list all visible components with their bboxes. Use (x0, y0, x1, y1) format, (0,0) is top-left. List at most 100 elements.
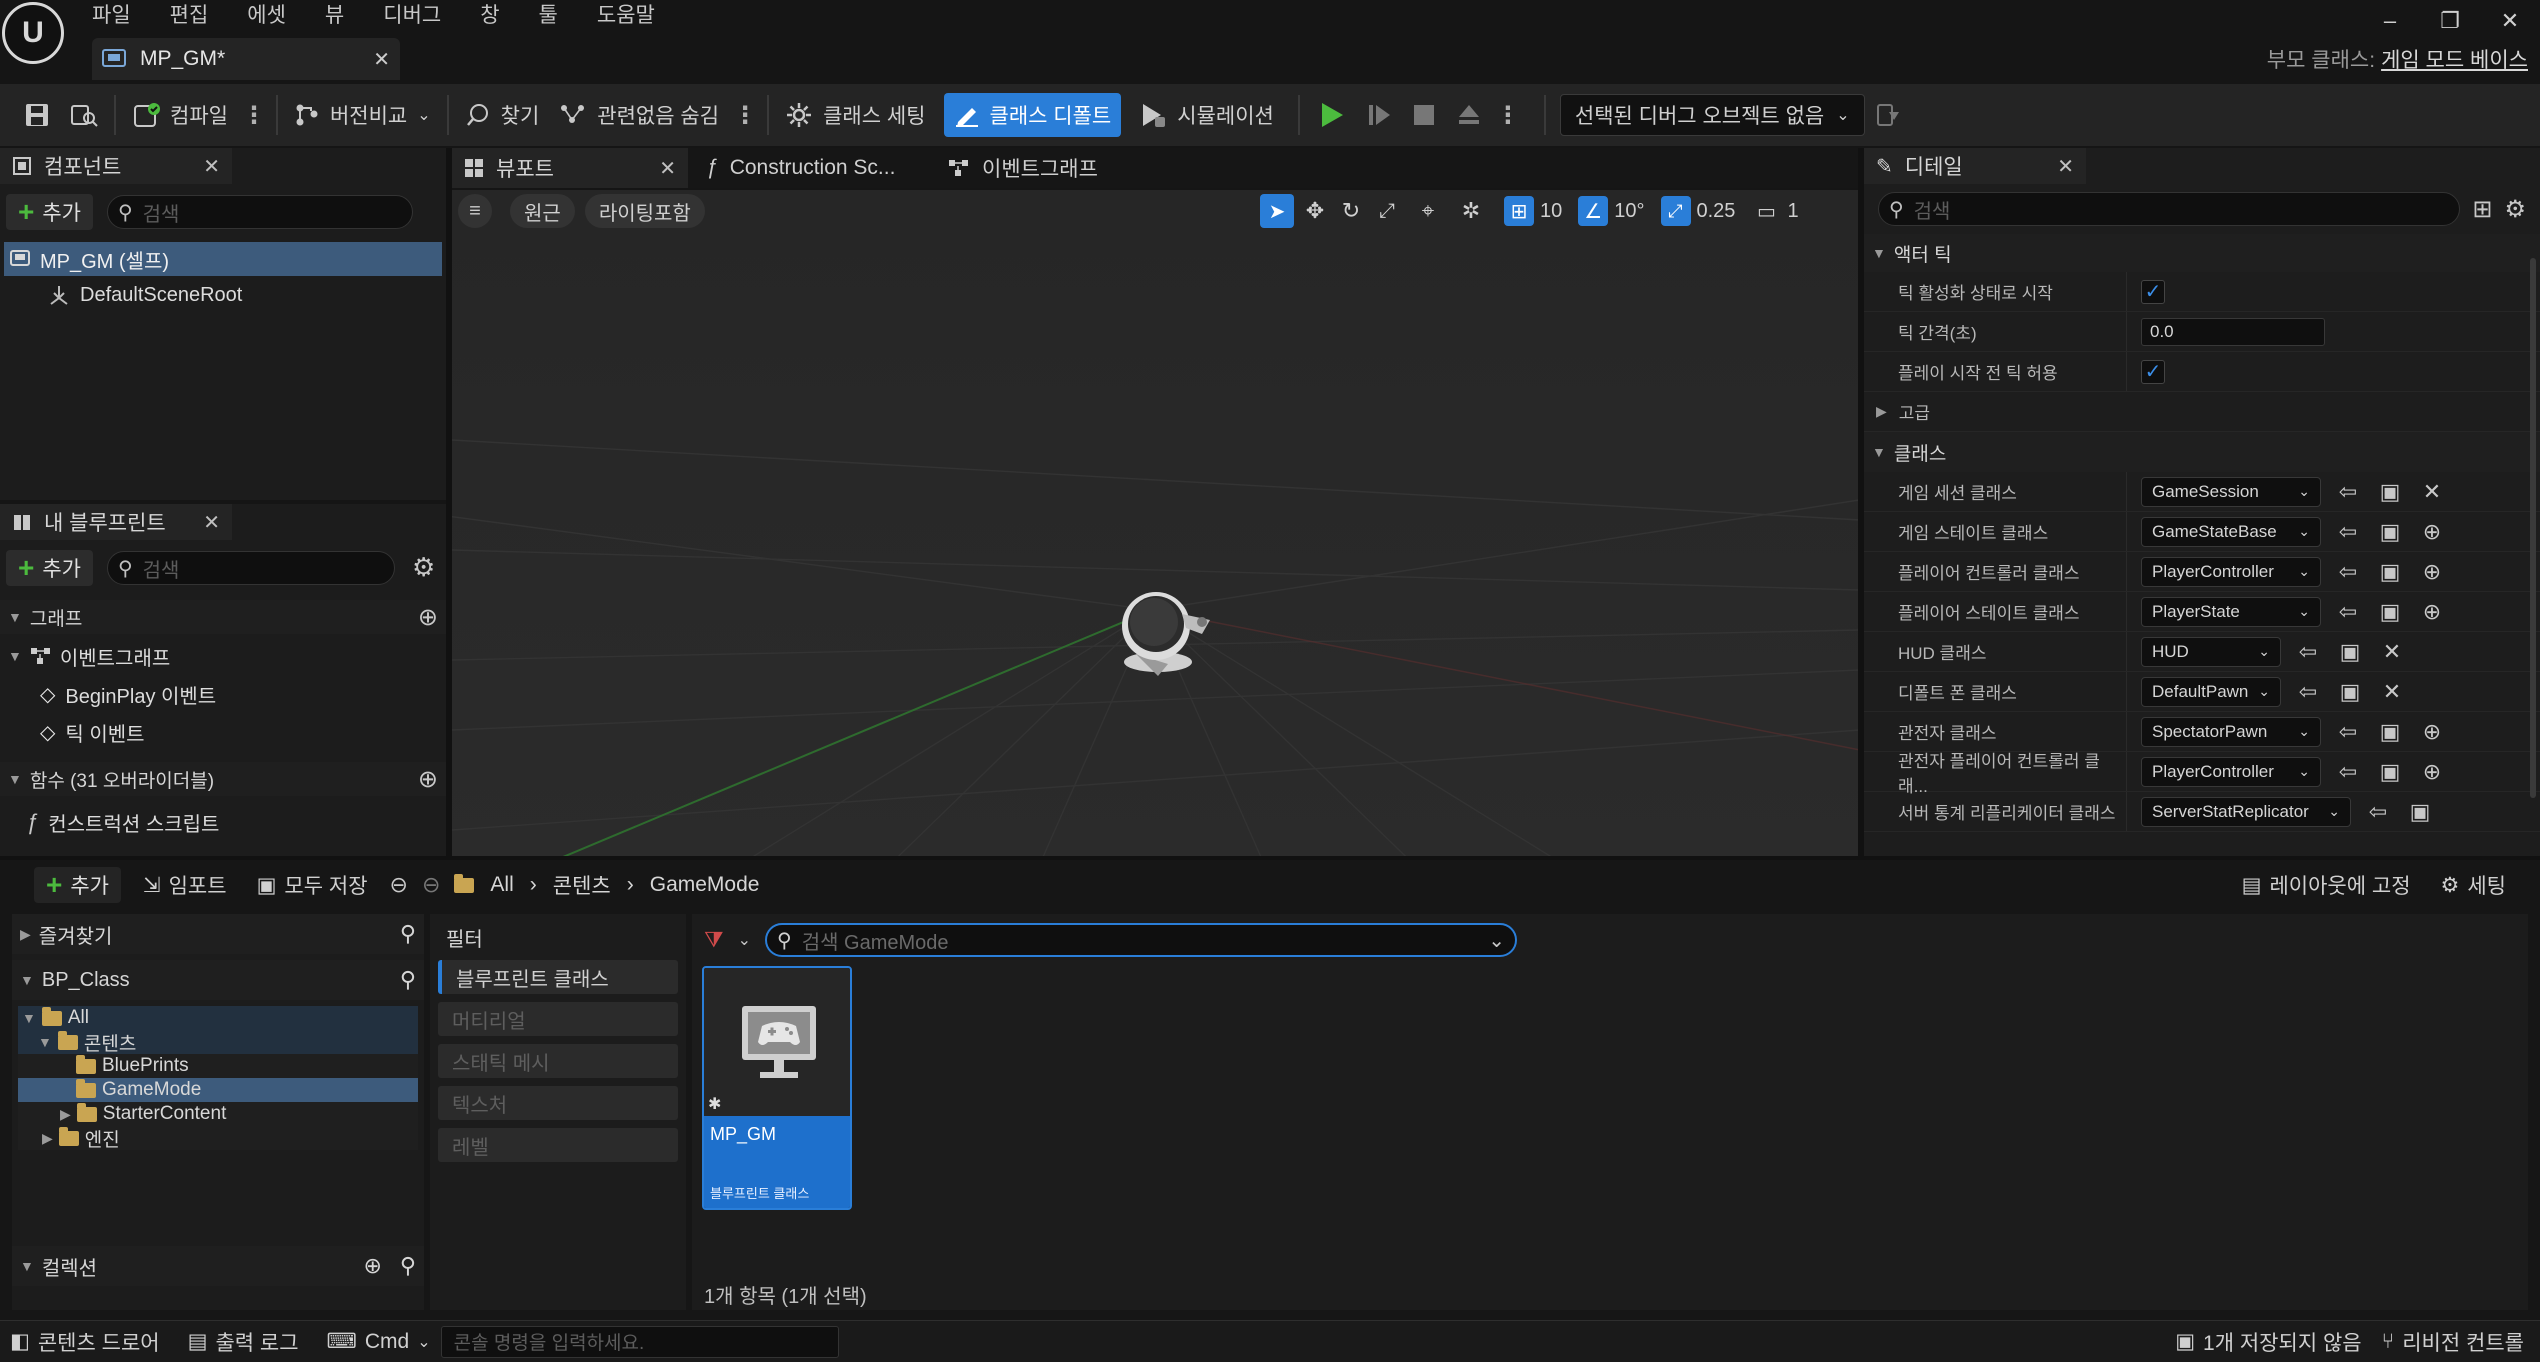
use-selected-icon[interactable]: ⇦ (2363, 797, 2393, 827)
hamburger-icon[interactable]: ≡ (458, 194, 492, 228)
browse-folder-icon[interactable]: ▣ (2405, 797, 2435, 827)
back-icon[interactable]: ⊖ (390, 872, 408, 898)
browse-folder-icon[interactable]: ▣ (2375, 597, 2405, 627)
browse-folder-icon[interactable]: ▣ (2375, 557, 2405, 587)
tree-item-all[interactable]: ▼ All (18, 1006, 418, 1030)
more-options-icon[interactable]: ⋮ (729, 101, 761, 130)
scale-snap-button[interactable]: ⤢ 0.25 (1660, 194, 1735, 228)
debug-object-select[interactable]: 선택된 디버그 오브젝트 없음 ⌄ (1559, 94, 1865, 136)
filter-blueprint-class[interactable]: 블루프린트 클래스 (438, 960, 678, 994)
tab-construction-script[interactable]: ƒ Construction Sc... (706, 148, 895, 188)
close-icon[interactable]: ✕ (373, 47, 390, 72)
tab-event-graph[interactable]: 이벤트그래프 (948, 148, 1098, 188)
unreal-logo-icon[interactable]: U (2, 2, 64, 64)
components-tab[interactable]: 컴포넌트 ✕ (0, 148, 232, 184)
add-circle-icon[interactable]: ⊕ (2417, 757, 2447, 787)
add-circle-icon[interactable]: ⊕ (2417, 557, 2447, 587)
rotate-icon[interactable]: ↻ (1336, 194, 1366, 228)
settings-button[interactable]: ⚙ 세팅 (2433, 867, 2514, 903)
search-icon[interactable]: ⚲ (400, 967, 416, 993)
tree-item-blueprints[interactable]: BluePrints (18, 1054, 418, 1078)
event-item-beginplay[interactable]: ◇ BeginPlay 이벤트 (40, 676, 216, 712)
world-local-icon[interactable]: ⌖ (1408, 194, 1448, 228)
class-combo[interactable]: SpectatorPawn ⌄ (2141, 716, 2321, 747)
lit-mode-button[interactable]: 라이팅포함 (584, 194, 705, 228)
minimize-icon[interactable]: – (2360, 8, 2420, 34)
scale-icon[interactable]: ⤢ (1372, 194, 1402, 228)
add-circle-icon[interactable]: ⊕ (363, 1253, 381, 1279)
filter-texture[interactable]: 텍스처 (438, 1086, 678, 1120)
browse-folder-icon[interactable]: ▣ (2375, 717, 2405, 747)
unsaved-button[interactable]: ▣ 1개 저장되지 않음 (2165, 1321, 2371, 1362)
checkbox[interactable]: ✓ (2141, 279, 2165, 304)
menu-asset[interactable]: 에셋 (247, 0, 286, 29)
my-blueprint-tab[interactable]: 내 블루프린트 ✕ (0, 504, 232, 540)
tree-item-startercontent[interactable]: ▶ StarterContent (18, 1102, 418, 1126)
diff-button[interactable]: 버전비교 ⌄ (284, 93, 441, 137)
clear-icon[interactable]: ✕ (2377, 677, 2407, 707)
class-combo[interactable]: PlayerState ⌄ (2141, 596, 2321, 627)
hide-unrelated-button[interactable]: 관련없음 숨김 (549, 93, 729, 137)
asset-tile[interactable]: ✱ MP_GM 블루프린트 클래스 (702, 966, 852, 1210)
class-combo[interactable]: ServerStatReplicator ⌄ (2141, 796, 2351, 827)
parent-class-link[interactable]: 게임 모드 베이스 (2381, 49, 2528, 72)
bp-class-header[interactable]: ▼ BP_Class ⚲ (12, 960, 424, 1000)
debug-filter-button[interactable] (1865, 93, 1911, 137)
chevron-right-icon[interactable]: › (627, 873, 634, 897)
filter-level[interactable]: 레벨 (438, 1128, 678, 1162)
breadcrumb-gamemode[interactable]: GameMode (650, 873, 760, 897)
filter-icon[interactable]: ⧩ (704, 927, 724, 953)
surface-snap-icon[interactable]: ✲ (1454, 194, 1488, 228)
document-tab[interactable]: MP_GM* ✕ (92, 38, 400, 80)
use-selected-icon[interactable]: ⇦ (2333, 477, 2363, 507)
menu-edit[interactable]: 편집 (170, 0, 209, 29)
restore-icon[interactable]: ❐ (2420, 8, 2480, 34)
console-input[interactable]: 콘솔 명령을 입력하세요. (440, 1325, 839, 1358)
class-combo[interactable]: GameStateBase ⌄ (2141, 516, 2321, 547)
tick-interval-input[interactable]: 0.0 (2141, 317, 2325, 346)
add-circle-icon[interactable]: ⊕ (2417, 597, 2447, 627)
translate-icon[interactable]: ✥ (1300, 194, 1330, 228)
close-window-icon[interactable]: ✕ (2480, 8, 2540, 34)
use-selected-icon[interactable]: ⇦ (2293, 677, 2323, 707)
rotation-snap-button[interactable]: ∠ 10° (1578, 194, 1645, 228)
table-view-icon[interactable]: ⊞ (2472, 195, 2492, 224)
clear-icon[interactable]: ✕ (2417, 477, 2447, 507)
panel-splitter[interactable] (446, 148, 452, 856)
tree-item-engine[interactable]: ▶ 엔진 (18, 1126, 418, 1151)
play-button[interactable] (1306, 93, 1356, 137)
clear-icon[interactable]: ✕ (2377, 637, 2407, 667)
filter-material[interactable]: 머티리얼 (438, 1002, 678, 1036)
add-circle-icon[interactable]: ⊕ (418, 603, 438, 632)
asset-search-input[interactable]: ⚲ 검색 GameMode ⌄ (765, 923, 1518, 957)
functions-section-header[interactable]: ▼ 함수 (31 오버라이더블) ⊕ (0, 762, 446, 796)
close-icon[interactable]: ✕ (203, 154, 220, 179)
save-all-button[interactable]: ▣ 모두 저장 (249, 867, 376, 903)
filter-static-mesh[interactable]: 스태틱 메시 (438, 1044, 678, 1078)
compile-button[interactable]: 컴파일 (122, 93, 238, 137)
camera-speed-button[interactable]: ▭ 1 (1751, 194, 1799, 228)
use-selected-icon[interactable]: ⇦ (2333, 517, 2363, 547)
play-options-icon[interactable]: ⋮ (1492, 101, 1524, 130)
chevron-down-icon[interactable]: ⌄ (738, 930, 751, 950)
browse-folder-icon[interactable]: ▣ (2375, 517, 2405, 547)
panel-splitter[interactable] (1858, 148, 1864, 856)
details-scrollbar[interactable] (2530, 258, 2536, 798)
class-combo[interactable]: PlayerController ⌄ (2141, 756, 2321, 787)
class-combo[interactable]: HUD ⌄ (2141, 636, 2281, 667)
construction-script-item[interactable]: ƒ 컨스트럭션 스크립트 (26, 804, 219, 840)
use-selected-icon[interactable]: ⇦ (2333, 597, 2363, 627)
cb-add-button[interactable]: + 추가 (34, 867, 121, 903)
class-settings-button[interactable]: 클래스 세팅 (775, 93, 935, 137)
gear-icon[interactable]: ⚙ (2504, 195, 2526, 224)
components-search-input[interactable]: ⚲ 검색 (107, 195, 413, 229)
breadcrumb-all[interactable]: All (490, 873, 513, 897)
viewport-canvas[interactable]: ≡ 원근 라이팅포함 ➤ ✥ ↻ ⤢ ⌖ ✲ ⊞ 10 ∠ 10° ⤢ 0.25… (452, 190, 1860, 856)
close-icon[interactable]: ✕ (659, 156, 676, 181)
content-drawer-button[interactable]: ◧ 콘텐츠 드로어 (0, 1321, 170, 1362)
add-circle-icon[interactable]: ⊕ (418, 765, 438, 794)
my-blueprint-search-input[interactable]: ⚲ 검색 (107, 551, 395, 585)
use-selected-icon[interactable]: ⇦ (2333, 717, 2363, 747)
select-mode-icon[interactable]: ➤ (1260, 194, 1294, 228)
eject-button[interactable] (1446, 93, 1492, 137)
